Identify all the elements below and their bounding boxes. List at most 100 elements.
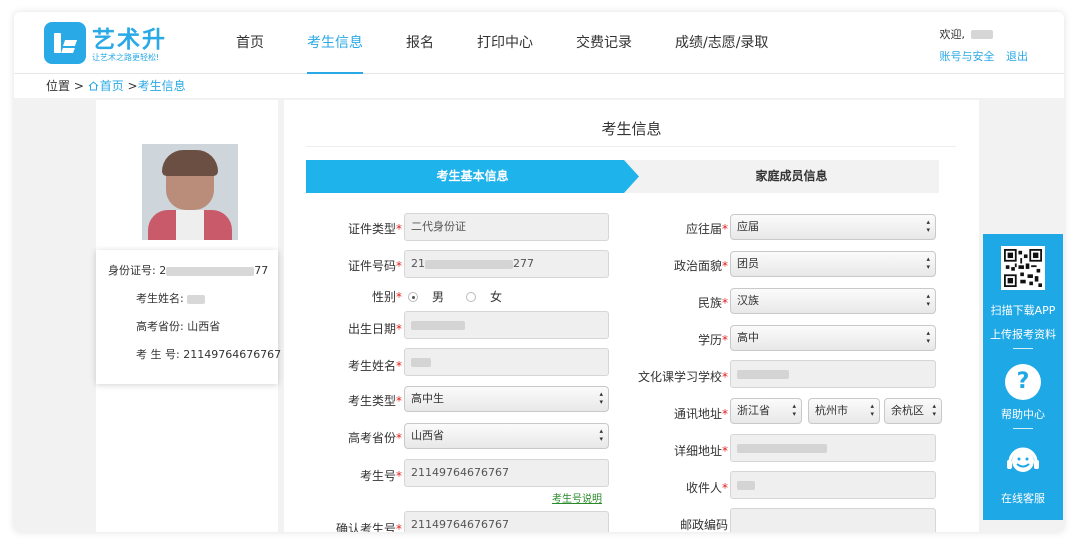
tab-family-info[interactable]: 家庭成员信息: [624, 160, 939, 193]
exam-no-label: 考生号*: [359, 469, 402, 483]
nav-home[interactable]: 首页: [236, 12, 264, 74]
detail-address-label: 详细地址*: [673, 444, 728, 458]
address-province-select[interactable]: 浙江省: [730, 398, 802, 424]
exam-province-select[interactable]: 山西省: [404, 423, 609, 449]
exam-province-label: 高考省份*: [347, 431, 402, 445]
exam-no-field[interactable]: 21149764676767: [404, 459, 609, 487]
logo-slogan: 让艺术之路更轻松!: [92, 53, 160, 62]
gender-female-radio[interactable]: [466, 291, 476, 302]
profile-summary-card: 身份证号: 2 77 考生姓名: 高考省份: 山西省 考 生 号: 2114976…: [96, 250, 281, 384]
address-district-select[interactable]: 余杭区: [884, 398, 942, 424]
postal-code-label: 邮政编码: [679, 518, 728, 532]
birth-date-label: 出生日期*: [347, 322, 402, 336]
float-divider: [1013, 428, 1033, 429]
top-header: 艺术升 让艺术之路更轻松! 首页 考生信息 报名 打印中心 交费记录 成绩/志愿…: [14, 12, 1064, 74]
id-type-field[interactable]: 二代身份证: [404, 213, 609, 241]
tab-basic-info[interactable]: 考生基本信息: [306, 160, 639, 193]
political-status-select[interactable]: 团员: [730, 251, 936, 277]
ethnicity-select[interactable]: 汉族: [730, 288, 936, 314]
profile-id-start: 2: [159, 264, 167, 277]
mailing-address-label: 通讯地址*: [673, 407, 728, 421]
detail-address-field[interactable]: [730, 434, 936, 462]
floating-service-bar: 扫描下载APP 上传报考资料 ? 帮助中心 在线客服: [983, 234, 1063, 520]
school-field[interactable]: [730, 360, 936, 388]
logo-name: 艺术升: [92, 27, 167, 53]
breadcrumb-home-label: 首页: [99, 79, 124, 93]
gender-female-label: 女: [490, 290, 503, 304]
recipient-label: 收件人*: [685, 481, 728, 495]
upload-materials-link[interactable]: 上传报考资料: [983, 326, 1063, 342]
main-nav: 首页 考生信息 报名 打印中心 交费记录 成绩/志愿/录取: [236, 12, 811, 74]
profile-panel: 身份证号: 2 77 考生姓名: 高考省份: 山西省 考 生 号: 2114976…: [96, 100, 281, 532]
float-divider: [1013, 348, 1033, 349]
school-label: 文化课学习学校*: [637, 370, 728, 384]
confirm-exam-no-field[interactable]: 21149764676767: [404, 511, 609, 532]
confirm-exam-no-label: 确认考生号*: [335, 522, 402, 532]
help-center-link[interactable]: 帮助中心: [983, 406, 1063, 422]
gender-female-option[interactable]: 女: [466, 288, 502, 305]
exam-no-help-link[interactable]: 考生号说明: [552, 490, 602, 505]
profile-exam-no-value: 21149764676767: [183, 348, 282, 361]
profile-id-row: 身份证号: 2 77: [108, 262, 268, 278]
postal-code-field[interactable]: [730, 508, 936, 532]
welcome-text: 欢迎,: [939, 28, 966, 41]
page-title: 考生信息: [601, 120, 662, 138]
id-number-field[interactable]: 21 277: [404, 250, 609, 278]
id-type-label: 证件类型*: [347, 222, 402, 236]
profile-name-row: 考生姓名:: [136, 290, 206, 306]
info-tabs: 家庭成员信息 考生基本信息: [306, 160, 939, 193]
birth-date-field[interactable]: [404, 311, 609, 339]
breadcrumb: 位置 > 首页 >考生信息: [14, 74, 1064, 98]
qr-code-icon: [1001, 246, 1045, 290]
app-window: 艺术升 让艺术之路更轻松! 首页 考生信息 报名 打印中心 交费记录 成绩/志愿…: [14, 12, 1064, 532]
gender-label: 性别*: [371, 290, 402, 304]
breadcrumb-current[interactable]: 考生信息: [138, 79, 186, 93]
logout-link[interactable]: 退出: [1006, 50, 1028, 63]
headset-icon[interactable]: [1003, 442, 1043, 482]
nav-print-center[interactable]: 打印中心: [477, 12, 533, 74]
online-service-link[interactable]: 在线客服: [983, 490, 1063, 506]
profile-province-row: 高考省份: 山西省: [136, 318, 220, 334]
profile-id-redacted: [166, 266, 255, 276]
profile-id-label: 身份证号:: [108, 264, 156, 277]
profile-name-redacted: [187, 294, 206, 304]
gender-male-radio[interactable]: [408, 291, 418, 302]
user-area: 欢迎, 账号与安全 退出: [940, 26, 1037, 64]
nav-payment-records[interactable]: 交费记录: [576, 12, 632, 74]
student-type-label: 考生类型*: [347, 394, 402, 408]
logo[interactable]: 艺术升 让艺术之路更轻松!: [44, 22, 194, 66]
breadcrumb-home[interactable]: 首页: [88, 79, 128, 93]
education-label: 学历*: [697, 333, 728, 347]
download-app-link[interactable]: 扫描下载APP: [983, 302, 1063, 318]
graduation-label: 应往届*: [685, 222, 728, 236]
breadcrumb-prefix: 位置 >: [46, 79, 84, 93]
nav-register[interactable]: 报名: [406, 12, 434, 74]
home-icon: [88, 81, 99, 91]
profile-province-value: 山西省: [187, 320, 221, 333]
account-security-link[interactable]: 账号与安全: [940, 50, 995, 63]
profile-name-label: 考生姓名:: [136, 292, 184, 305]
profile-exam-no-label: 考 生 号:: [136, 348, 180, 361]
profile-province-label: 高考省份:: [136, 320, 184, 333]
help-icon[interactable]: ?: [1005, 364, 1041, 400]
gender-male-option[interactable]: 男: [408, 288, 444, 305]
address-city-select[interactable]: 杭州市: [808, 398, 880, 424]
graduation-select[interactable]: 应届: [730, 214, 936, 240]
student-type-select[interactable]: 高中生: [404, 386, 609, 412]
logo-mark-icon: [44, 22, 86, 64]
student-info-panel: 考生信息 家庭成员信息 考生基本信息 证件类型* 二代身份证 证件号码* 21 2…: [284, 100, 979, 532]
education-select[interactable]: 高中: [730, 325, 936, 351]
breadcrumb-separator: >: [127, 79, 138, 93]
username-redacted: [971, 29, 993, 39]
profile-exam-no-row: 考 生 号: 21149764676767: [136, 346, 281, 362]
student-name-label: 考生姓名*: [347, 359, 402, 373]
gender-male-label: 男: [432, 290, 445, 304]
political-status-label: 政治面貌*: [673, 259, 728, 273]
student-name-field[interactable]: [404, 348, 609, 376]
id-number-label: 证件号码*: [347, 259, 402, 273]
nav-student-info[interactable]: 考生信息: [307, 12, 363, 74]
nav-scores-admission[interactable]: 成绩/志愿/录取: [675, 12, 768, 74]
title-divider: [306, 146, 956, 147]
profile-id-end: 77: [254, 264, 269, 277]
recipient-field[interactable]: [730, 471, 936, 499]
